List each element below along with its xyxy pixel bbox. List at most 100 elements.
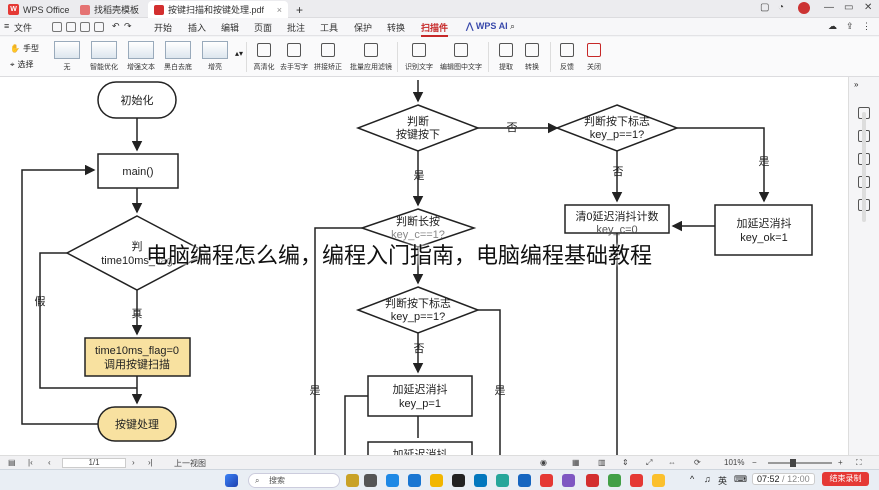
menu-scan[interactable]: 扫描件 bbox=[421, 21, 449, 37]
tab-wps-home[interactable]: W WPS Office bbox=[2, 1, 75, 18]
stitch-correct-button[interactable]: 拼接矫正 bbox=[306, 41, 350, 72]
zoom-in-icon[interactable]: + bbox=[838, 458, 843, 467]
double-page-icon[interactable]: ▥ bbox=[598, 458, 606, 467]
minimize-icon[interactable]: — bbox=[824, 2, 834, 13]
debounce-p-2: key_p=1 bbox=[399, 398, 441, 410]
tool-label: 转换 bbox=[525, 64, 539, 71]
hand-tool-button[interactable]: ✋ 手型 bbox=[10, 43, 39, 54]
app-icon[interactable] bbox=[630, 474, 643, 487]
expand-icon[interactable]: » bbox=[854, 80, 858, 89]
zoom-slider[interactable] bbox=[768, 462, 832, 464]
rotate-icon[interactable]: ⟳ bbox=[694, 458, 701, 467]
menu-insert[interactable]: 插入 bbox=[188, 21, 206, 34]
sidebar-toggle-icon[interactable]: ▤ bbox=[8, 458, 16, 467]
scroll-icon[interactable]: ⇕ bbox=[622, 458, 629, 467]
menu-file[interactable]: 文件 bbox=[14, 21, 32, 34]
explorer-icon[interactable] bbox=[430, 474, 443, 487]
tab-label: 找稻壳模板 bbox=[94, 5, 140, 15]
zoom-slider-handle[interactable] bbox=[790, 459, 796, 467]
app-icon[interactable] bbox=[562, 474, 575, 487]
app-icon[interactable] bbox=[652, 474, 665, 487]
debounce-p-node bbox=[367, 375, 473, 417]
scrollbar[interactable] bbox=[862, 112, 866, 222]
page-input[interactable]: 1/1 bbox=[62, 458, 126, 468]
ocr-button[interactable]: 识别文字 bbox=[397, 41, 441, 72]
app-icon[interactable] bbox=[496, 474, 509, 487]
restore-icon[interactable]: ▢ bbox=[760, 2, 769, 13]
menu-page[interactable]: 页面 bbox=[254, 21, 272, 34]
edit-image-text-button[interactable]: 编辑图中文字 bbox=[436, 41, 486, 72]
zoom-value[interactable]: 101% bbox=[724, 458, 744, 467]
hamburger-icon[interactable]: ≡ bbox=[4, 21, 9, 31]
menu-protect[interactable]: 保护 bbox=[354, 21, 372, 34]
menu-comment[interactable]: 批注 bbox=[287, 21, 305, 34]
eye-icon[interactable]: ◉ bbox=[540, 458, 547, 467]
menu-convert[interactable]: 转换 bbox=[387, 21, 405, 34]
menu-edit[interactable]: 编辑 bbox=[221, 21, 239, 34]
app-icon[interactable] bbox=[452, 474, 465, 487]
more-icon[interactable]: ⋮ bbox=[862, 21, 871, 32]
folder-icon[interactable] bbox=[52, 22, 62, 32]
tool-label: 编辑图中文字 bbox=[440, 64, 482, 71]
maximize-icon[interactable]: ▭ bbox=[844, 2, 853, 13]
tab-pdf[interactable]: 按键扫描和按键处理.pdf × bbox=[148, 1, 288, 18]
save-icon[interactable] bbox=[66, 22, 76, 32]
flag2-1: 判断按下标志 bbox=[385, 296, 451, 310]
preview-icon[interactable] bbox=[94, 22, 104, 32]
wps-icon[interactable] bbox=[586, 474, 599, 487]
last-page-icon[interactable]: ›| bbox=[148, 458, 153, 467]
task-view-icon[interactable] bbox=[364, 474, 377, 487]
layout-icon[interactable]: ▦ bbox=[572, 458, 580, 467]
prev-page-icon[interactable]: ‹ bbox=[48, 458, 51, 467]
print-icon[interactable] bbox=[80, 22, 90, 32]
filter-thumb bbox=[54, 41, 80, 59]
close-icon[interactable]: × bbox=[277, 5, 282, 15]
app-icon[interactable] bbox=[408, 474, 421, 487]
press-flag-decision-2 bbox=[355, 286, 481, 334]
tab-docer[interactable]: 找稻壳模板 bbox=[74, 1, 145, 18]
close-scan-button[interactable]: 关闭 bbox=[572, 41, 616, 72]
flag-2: key_p==1? bbox=[590, 129, 644, 141]
user-icon[interactable]: ◔ bbox=[778, 2, 784, 13]
ime-indicator[interactable]: 英 bbox=[718, 474, 727, 487]
share-icon[interactable]: ⇪ bbox=[846, 21, 854, 32]
edge-icon[interactable] bbox=[386, 474, 399, 487]
fit-width-icon[interactable]: ⇔ bbox=[668, 458, 676, 467]
cloud-icon[interactable]: ☁ bbox=[828, 21, 837, 32]
search-icon[interactable]: ⌕ bbox=[510, 21, 515, 32]
start-icon[interactable] bbox=[225, 474, 238, 487]
menu-tools[interactable]: 工具 bbox=[320, 21, 338, 34]
tab-label: WPS Office bbox=[23, 4, 70, 15]
menu-start[interactable]: 开始 bbox=[154, 21, 172, 34]
end-recording-button[interactable]: 结束录制 bbox=[822, 472, 869, 486]
fit-icon[interactable]: ⤢ bbox=[646, 458, 652, 468]
keyboard-icon[interactable]: ⌨ bbox=[734, 474, 747, 485]
undo-icon[interactable]: ↶ bbox=[112, 21, 120, 32]
window-close-icon[interactable]: ✕ bbox=[864, 2, 872, 13]
app-icon[interactable] bbox=[518, 474, 531, 487]
clear-2: key_c=0 bbox=[596, 224, 637, 236]
select-tool-button[interactable]: ⌖ 选择 bbox=[10, 59, 34, 70]
fullscreen-icon[interactable]: ⛶ bbox=[856, 458, 862, 468]
ai-label: WPS AI bbox=[475, 21, 508, 31]
yes-label2: 是 bbox=[759, 155, 770, 168]
debounce-p-1: 加延迟消抖 bbox=[393, 382, 448, 396]
previous-view-link[interactable]: 上一视图 bbox=[174, 458, 206, 469]
redo-icon[interactable]: ↷ bbox=[124, 21, 132, 32]
tray-arrow-icon[interactable]: ^ bbox=[690, 474, 694, 484]
new-tab-button[interactable]: + bbox=[290, 1, 309, 18]
zoom-out-icon[interactable]: − bbox=[752, 458, 757, 467]
filter-brighten[interactable]: 增亮 bbox=[193, 41, 237, 72]
first-page-icon[interactable]: |‹ bbox=[28, 458, 33, 467]
app-icon[interactable] bbox=[540, 474, 553, 487]
decision1-top: 判 bbox=[132, 240, 143, 253]
taskbar-search[interactable]: ⌕ 搜索 bbox=[248, 473, 340, 488]
avatar[interactable] bbox=[798, 2, 810, 14]
app-icon[interactable] bbox=[474, 474, 487, 487]
widget-icon[interactable] bbox=[346, 474, 359, 487]
next-page-icon[interactable]: › bbox=[132, 458, 135, 467]
speaker-icon[interactable]: ♫ bbox=[704, 474, 711, 484]
wechat-icon[interactable] bbox=[608, 474, 621, 487]
batch-filter-button[interactable]: 批量应用滤镜 bbox=[345, 41, 397, 72]
wps-ai-button[interactable]: ⋀ WPS AI bbox=[466, 21, 508, 32]
